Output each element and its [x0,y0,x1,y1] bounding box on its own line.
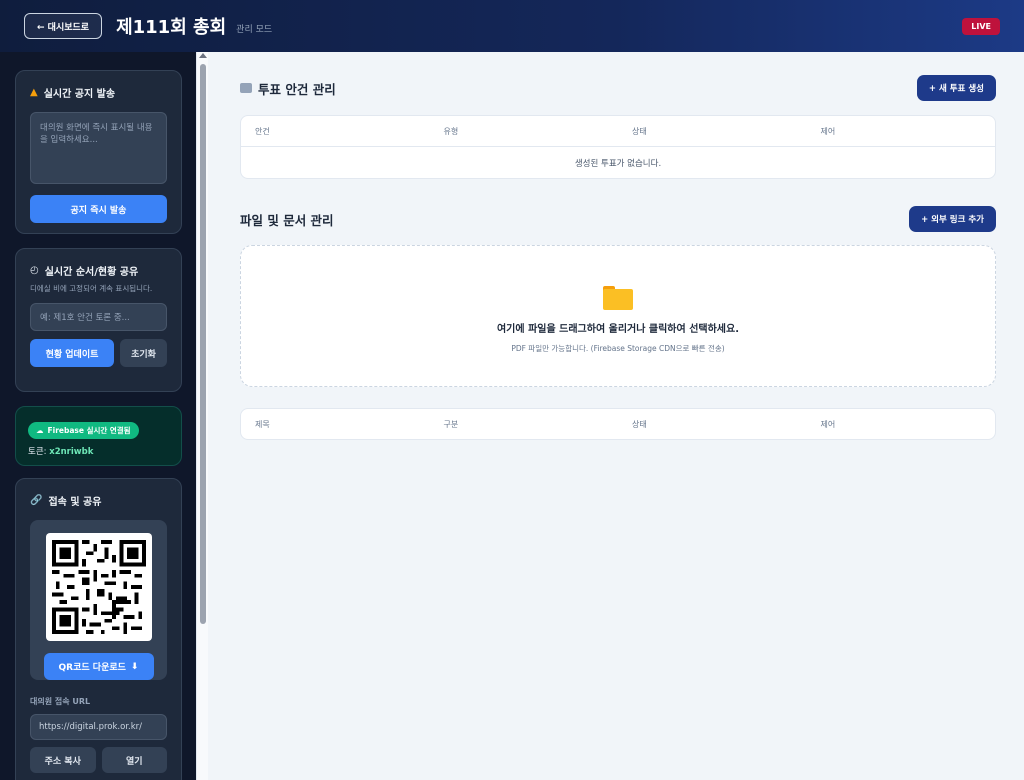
notice-title: ▲ 실시간 공지 발송 [30,85,167,100]
status-description: 디에실 비에 고정되어 계속 표시됩니다. [30,284,153,293]
send-notice-button[interactable]: 공지 즉시 발송 [30,195,167,223]
column-header: 안건 [255,126,270,136]
column-header: 유형 [443,126,459,136]
live-badge: LIVE [962,18,1000,35]
notice-card: ▲ 실시간 공지 발송 대의원 화면에 즉시 표시될 내용을 입력하세요... … [15,70,182,234]
file-dropzone[interactable]: 여기에 파일을 드래그하여 올리거나 클릭하여 선택하세요. PDF 파일만 가… [240,245,996,387]
copy-url-button[interactable]: 주소 복사 [30,747,96,773]
mode-label: 관리 모드 [236,24,273,35]
status-card: ◴ 실시간 순서/현황 공유 디에실 비에 고정되어 계속 표시됩니다. 예: … [15,248,182,392]
ballot-box-icon [240,83,252,93]
firebase-card: ☁ Firebase 실시간 연결됨 토큰: x2nriwbk [15,406,182,466]
token-value: x2nriwbk [49,447,94,457]
download-icon: ⬇ [130,661,139,672]
open-url-button[interactable]: 열기 [101,747,167,773]
votes-title: 투표 안건 관리 [240,79,336,98]
notice-textarea[interactable]: 대의원 화면에 즉시 표시될 내용을 입력하세요... [30,112,167,184]
top-header: ← 대시보드로 제111회 총회 관리 모드 LIVE [0,0,1024,52]
dropzone-subtext: PDF 파일만 가능합니다. (Firebase Storage CDN으로 빠… [511,344,725,353]
add-external-link-button[interactable]: + 외부 링크 추가 [909,206,996,232]
qr-container: QR코드 다운로드 ⬇ [30,520,167,680]
dropzone-instruction: 여기에 파일을 드래그하여 올리거나 클릭하여 선택하세요. [496,324,739,335]
firebase-status-badge: ☁ Firebase 실시간 연결됨 [28,422,139,439]
votes-header: 투표 안건 관리 + 새 투표 생성 [240,74,996,102]
files-table-header: 제목 구분 상태 제어 [241,409,995,439]
share-title-text: 접속 및 공유 [48,497,102,508]
qr-download-button[interactable]: QR코드 다운로드 ⬇ [43,653,154,680]
reset-status-button[interactable]: 초기화 [120,339,167,367]
column-header: 제목 [255,419,270,429]
column-header: 제어 [820,419,836,429]
column-header: 제어 [820,126,836,136]
megaphone-icon: ▲ [30,87,38,98]
link-icon: 🔗 [30,495,43,506]
status-title-text: 실시간 순서/현황 공유 [44,267,139,278]
column-header: 상태 [632,419,647,429]
votes-title-text: 투표 안건 관리 [258,81,336,97]
votes-table: 안건 유형 상태 제어 생성된 투표가 없습니다. [240,115,996,179]
scroll-thumb[interactable] [200,64,206,624]
scroll-up-arrow-icon[interactable] [199,53,207,58]
new-vote-button[interactable]: + 새 투표 생성 [916,75,996,101]
files-title: 파일 및 문서 관리 [240,212,334,228]
status-buttons: 현황 업데이트 초기화 [30,339,167,367]
share-card: 🔗 접속 및 공유 QR코드 다운로드 ⬇ 대의원 접속 URL https:/… [15,478,182,780]
share-title: 🔗 접속 및 공유 [30,493,167,508]
votes-empty-message: 생성된 투표가 없습니다. [241,146,995,178]
sidebar-scrollbar[interactable] [196,52,208,780]
firebase-token: 토큰: x2nriwbk [28,445,169,457]
status-input[interactable]: 예: 제1호 안건 토론 중... [30,303,167,331]
column-header: 상태 [632,126,647,136]
qr-code-icon [51,540,146,634]
update-status-button[interactable]: 현황 업데이트 [30,339,114,367]
status-title: ◴ 실시간 순서/현황 공유 [30,263,167,278]
files-header: 파일 및 문서 관리 + 외부 링크 추가 [240,205,996,233]
url-input[interactable]: https://digital.prok.or.kr/ [30,714,167,740]
clock-icon: ◴ [30,265,39,276]
qr-download-label: QR코드 다운로드 [58,663,126,673]
back-to-dashboard-button[interactable]: ← 대시보드로 [24,13,103,39]
token-label: 토큰: [28,447,47,457]
firebase-badge-text: Firebase 실시간 연결됨 [47,426,131,435]
main-content: 투표 안건 관리 + 새 투표 생성 안건 유형 상태 제어 생성된 투표가 없… [208,52,1024,780]
page-title: 제111회 총회 [116,17,227,38]
files-table: 제목 구분 상태 제어 [240,408,996,440]
url-buttons: 주소 복사 열기 [30,747,167,773]
column-header: 구분 [443,419,459,429]
notice-title-text: 실시간 공지 발송 [43,89,116,100]
folder-icon [603,286,633,310]
sidebar: ▲ 실시간 공지 발송 대의원 화면에 즉시 표시될 내용을 입력하세요... … [0,52,196,780]
votes-table-header: 안건 유형 상태 제어 [241,116,995,146]
cloud-icon: ☁ [36,426,44,435]
url-label: 대의원 접속 URL [30,697,91,706]
qr-code [45,533,152,641]
